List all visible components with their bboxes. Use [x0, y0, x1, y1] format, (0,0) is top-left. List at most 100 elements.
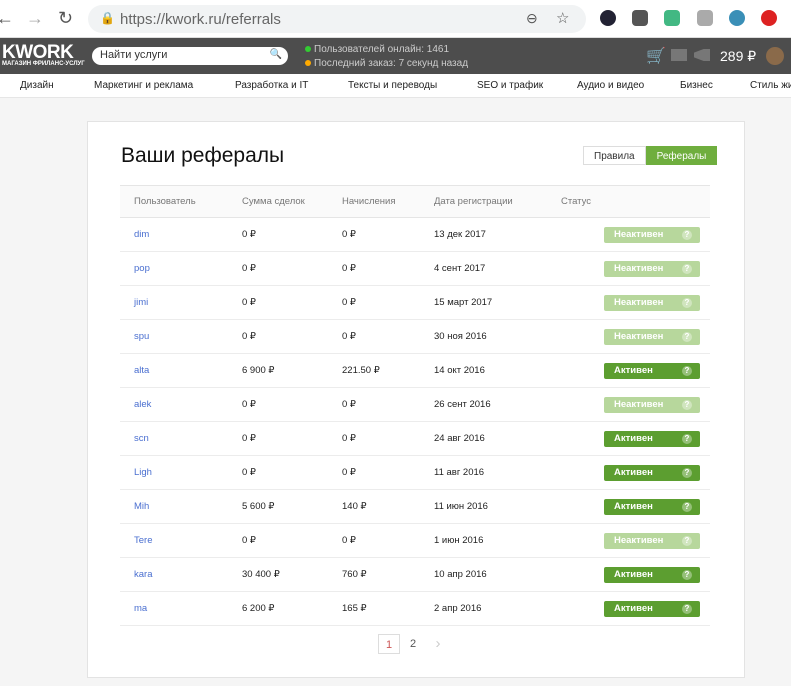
user-link[interactable]: alek: [120, 387, 228, 422]
category-audio[interactable]: Аудио и видео: [577, 80, 644, 91]
table-row: spu 0 ₽ 0 ₽ 30 ноя 2016 Неактивен?: [120, 319, 710, 354]
page-title: Ваши рефералы: [121, 144, 285, 167]
help-icon[interactable]: ?: [682, 263, 692, 274]
logo[interactable]: KWORK МАГАЗИН ФРИЛАНС-УСЛУГ: [2, 42, 85, 67]
avatar[interactable]: [766, 47, 784, 65]
tabs: Правила Рефералы: [583, 146, 718, 165]
search-icon[interactable]: 🔍: [270, 49, 282, 60]
accruals: 221.50 ₽: [328, 353, 420, 388]
accruals: 0 ₽: [328, 251, 420, 286]
accruals: 760 ₽: [328, 557, 420, 592]
opera-icon[interactable]: [761, 10, 777, 26]
vue-icon[interactable]: [664, 10, 680, 26]
accruals: 0 ₽: [328, 217, 420, 252]
category-seo[interactable]: SEO и трафик: [477, 80, 543, 91]
page-2[interactable]: 2: [402, 634, 424, 654]
registration-date: 13 дек 2017: [420, 217, 547, 252]
cart-icon[interactable]: 🛒: [646, 46, 666, 66]
user-link[interactable]: kara: [120, 557, 228, 592]
help-icon[interactable]: ?: [682, 399, 692, 410]
accruals: 165 ₽: [328, 591, 420, 626]
tab-referrals[interactable]: Рефералы: [645, 146, 718, 165]
user-link[interactable]: alta: [120, 353, 228, 388]
url-host: https://kwork.ru: [120, 11, 222, 28]
accruals: 140 ₽: [328, 489, 420, 524]
balance[interactable]: 289 ₽: [720, 48, 756, 65]
user-link[interactable]: Ligh: [120, 455, 228, 490]
referrals-card: Ваши рефералы Правила Рефералы Пользоват…: [87, 121, 745, 678]
user-link[interactable]: pop: [120, 251, 228, 286]
extension-lock-icon[interactable]: [600, 10, 616, 26]
user-link[interactable]: scn: [120, 421, 228, 456]
user-link[interactable]: jimi: [120, 285, 228, 320]
lock-icon: 🔒: [100, 11, 115, 25]
category-business[interactable]: Бизнес: [680, 80, 713, 91]
star-icon[interactable]: ☆: [556, 9, 569, 27]
back-icon[interactable]: ←: [0, 8, 14, 29]
category-design[interactable]: Дизайн: [20, 80, 54, 91]
category-marketing[interactable]: Маркетинг и реклама: [94, 80, 193, 91]
table-row: scn 0 ₽ 0 ₽ 24 авг 2016 Активен?: [120, 421, 710, 456]
zoom-icon[interactable]: ⊖: [526, 10, 538, 27]
help-icon[interactable]: ?: [682, 365, 692, 376]
help-icon[interactable]: ?: [682, 229, 692, 240]
help-icon[interactable]: ?: [682, 467, 692, 478]
user-link[interactable]: Mih: [120, 489, 228, 524]
pocket-icon[interactable]: [632, 10, 648, 26]
search-input[interactable]: Найти услуги 🔍: [92, 47, 288, 65]
camera-icon[interactable]: [697, 10, 713, 26]
deals-sum: 6 200 ₽: [228, 591, 328, 626]
user-link[interactable]: dim: [120, 217, 228, 252]
table-row: alek 0 ₽ 0 ₽ 26 сент 2016 Неактивен?: [120, 387, 710, 422]
help-icon[interactable]: ?: [682, 603, 692, 614]
deals-sum: 30 400 ₽: [228, 557, 328, 592]
registration-date: 24 авг 2016: [420, 421, 547, 456]
deals-sum: 6 900 ₽: [228, 353, 328, 388]
user-link[interactable]: Tere: [120, 523, 228, 558]
tab-rules[interactable]: Правила: [583, 146, 646, 165]
status-badge: Неактивен?: [604, 328, 700, 345]
status-badge: Активен?: [604, 498, 700, 515]
forward-icon[interactable]: →: [26, 8, 44, 29]
help-icon[interactable]: ?: [682, 501, 692, 512]
table-row: ma 6 200 ₽ 165 ₽ 2 апр 2016 Активен?: [120, 591, 710, 626]
deals-sum: 0 ₽: [228, 285, 328, 320]
table-row: Mih 5 600 ₽ 140 ₽ 11 июн 2016 Активен?: [120, 489, 710, 524]
online-count: Пользователей онлайн: 1461: [305, 44, 449, 55]
help-icon[interactable]: ?: [682, 331, 692, 342]
column-header: Дата регистрации: [420, 185, 547, 218]
last-order: Последний заказ: 7 секунд назад: [305, 58, 468, 69]
user-link[interactable]: ma: [120, 591, 228, 626]
url-path: /referrals: [221, 11, 281, 28]
reload-icon[interactable]: ↻: [58, 8, 73, 29]
messages-icon[interactable]: [671, 49, 687, 61]
help-icon[interactable]: ?: [682, 569, 692, 580]
next-page-icon[interactable]: ›: [427, 634, 449, 654]
browser-toolbar: ← → ↻ 🔒 https://kwork.ru/referrals ⊖ ☆: [0, 0, 791, 38]
notifications-icon[interactable]: [694, 49, 710, 61]
category-style[interactable]: Стиль жи: [750, 80, 791, 91]
status-badge: Неактивен?: [604, 226, 700, 243]
status-badge: Активен?: [604, 566, 700, 583]
page-1[interactable]: 1: [378, 634, 400, 654]
accruals: 0 ₽: [328, 285, 420, 320]
user-link[interactable]: spu: [120, 319, 228, 354]
help-icon[interactable]: ?: [682, 433, 692, 444]
column-header: Начисления: [328, 185, 420, 218]
help-icon[interactable]: ?: [682, 297, 692, 308]
category-dev[interactable]: Разработка и IT: [235, 80, 308, 91]
registration-date: 14 окт 2016: [420, 353, 547, 388]
referrals-table: Пользователь Сумма сделок Начисления Дата р…: [120, 185, 710, 626]
status-badge: Активен?: [604, 600, 700, 617]
deals-sum: 0 ₽: [228, 523, 328, 558]
registration-date: 10 апр 2016: [420, 557, 547, 592]
accruals: 0 ₽: [328, 387, 420, 422]
status-badge: Активен?: [604, 430, 700, 447]
table-row: alta 6 900 ₽ 221.50 ₽ 14 окт 2016 Активе…: [120, 353, 710, 388]
category-texts[interactable]: Тексты и переводы: [348, 80, 437, 91]
help-icon[interactable]: ?: [682, 535, 692, 546]
status-badge: Неактивен?: [604, 294, 700, 311]
deals-sum: 0 ₽: [228, 319, 328, 354]
extension-icon[interactable]: [729, 10, 745, 26]
address-bar[interactable]: 🔒 https://kwork.ru/referrals ⊖ ☆: [88, 5, 586, 33]
